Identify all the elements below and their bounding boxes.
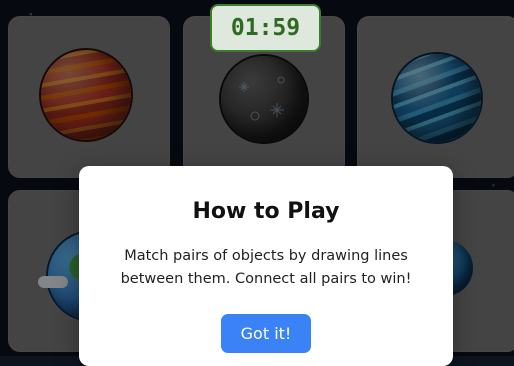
- how-to-play-dialog: How to Play Match pairs of objects by dr…: [79, 166, 453, 366]
- dialog-title: How to Play: [192, 199, 340, 224]
- dialog-instructions: Match pairs of objects by drawing lines …: [120, 248, 412, 287]
- got-it-button[interactable]: Got it!: [221, 314, 311, 353]
- countdown-timer: 01:59: [210, 4, 321, 52]
